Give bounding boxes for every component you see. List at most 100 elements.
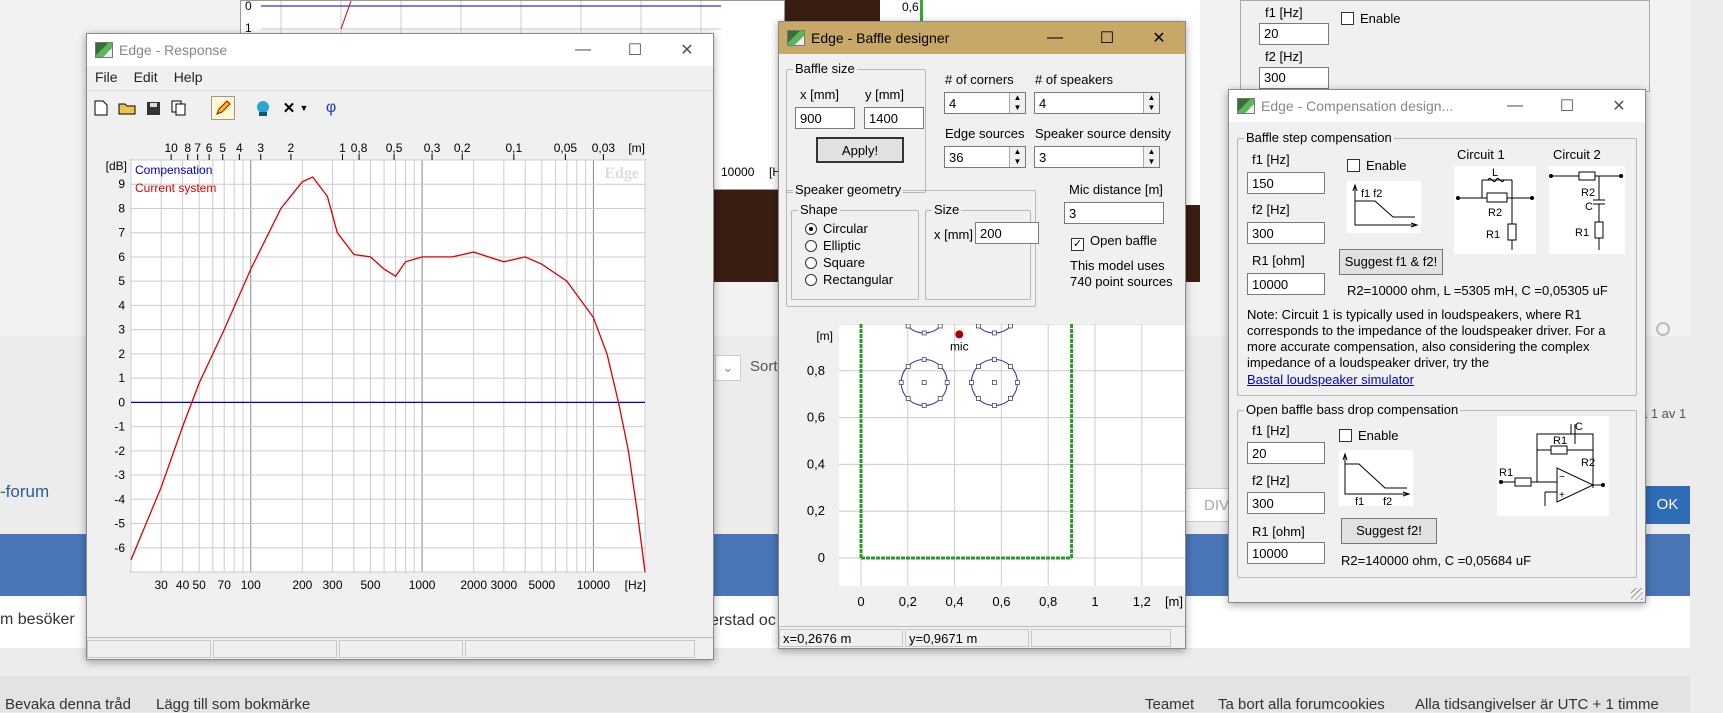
speakers-label: # of speakers — [1035, 72, 1114, 87]
baffle-y-input[interactable] — [864, 107, 924, 129]
top-tick-label: 0,2 — [454, 141, 471, 155]
top-tick-label: 1 — [339, 141, 346, 155]
top-tick-label: 0,5 — [386, 141, 403, 155]
pencil-icon[interactable] — [211, 96, 235, 120]
obbd-filter-response-icon: f1 f2 — [1339, 450, 1413, 508]
top-tick-label: 8 — [184, 141, 191, 155]
x-tick-label: 0,2 — [899, 594, 917, 609]
shape-rectangular-radio[interactable]: Rectangular — [805, 272, 893, 287]
point-source — [1015, 380, 1020, 385]
point-source — [937, 323, 943, 329]
y-tick-label: 8 — [118, 201, 125, 215]
footer-cookies-link[interactable]: Ta bort alla forumcookies — [1218, 696, 1385, 713]
circuit2-label: Circuit 2 — [1553, 147, 1601, 162]
point-source — [1008, 364, 1013, 369]
bg-ok-button[interactable]: OK — [1645, 486, 1690, 524]
maximize-icon[interactable]: ☐ — [609, 34, 661, 66]
mic-marker — [955, 330, 964, 339]
bsc-f2-input[interactable] — [1247, 222, 1325, 244]
point-source — [992, 330, 997, 336]
baffle-plot[interactable]: [m] 0,8 0,6 0,4 0,2 0 0 0,2 0,4 0,6 0,8 1 1,2 [m] mic — [779, 284, 1185, 627]
menu-edit[interactable]: Edit — [126, 69, 166, 85]
obbd-f2-label: f2 [Hz] — [1252, 473, 1290, 488]
copy-icon[interactable] — [167, 96, 191, 120]
baffle-statusbar: x=0,2676 m y=0,9671 m — [779, 626, 1185, 648]
minimize-icon[interactable]: — — [557, 34, 609, 66]
footer-bookmark-link[interactable]: Lägg till som bokmärke — [156, 696, 310, 713]
point-source — [905, 396, 911, 401]
size-x-input[interactable] — [975, 222, 1039, 244]
mic-distance-input[interactable] — [1064, 202, 1164, 224]
suggest-f2-button[interactable]: Suggest f2! — [1341, 518, 1437, 544]
svg-text:R1: R1 — [1486, 229, 1500, 241]
y-tick-label: 3 — [118, 323, 125, 337]
corners-spinner[interactable]: 4 ▲ ▼ — [944, 92, 1026, 114]
obbd-result-text: R2=140000 ohm, C =0,05684 uF — [1341, 553, 1532, 568]
resize-grip-icon[interactable] — [1631, 588, 1643, 600]
phase-icon[interactable]: φ — [319, 96, 343, 120]
save-icon[interactable] — [141, 96, 165, 120]
svg-text:R1: R1 — [1499, 467, 1513, 479]
y-tick-label: -5 — [114, 517, 125, 531]
minimize-icon[interactable]: — — [1489, 90, 1541, 122]
bg-f2-label: f2 [Hz] — [1265, 49, 1303, 64]
speakers-spinner[interactable]: 4 ▲ ▼ — [1034, 92, 1160, 114]
density-spinner[interactable]: 3 ▲ ▼ — [1034, 146, 1160, 168]
baffle-titlebar[interactable]: Edge - Baffle designer — ☐ ✕ — [779, 22, 1185, 54]
y-tick-label: -2 — [114, 444, 125, 458]
menu-help[interactable]: Help — [166, 69, 211, 85]
point-source — [937, 396, 943, 401]
close-icon[interactable]: ✕ — [1133, 22, 1185, 54]
edge-sources-spinner[interactable]: 36 ▲ ▼ — [944, 146, 1026, 168]
obbd-enable-checkbox[interactable]: Enable — [1339, 428, 1398, 443]
shape-label: Shape — [798, 202, 840, 217]
bsc-f1-input[interactable] — [1247, 172, 1325, 194]
obbd-r1-input[interactable] — [1247, 542, 1325, 564]
bsc-enable-checkbox[interactable]: Enable — [1347, 158, 1406, 173]
menu-file[interactable]: File — [87, 69, 126, 85]
bsc-r1-input[interactable] — [1247, 273, 1325, 295]
shape-square-radio[interactable]: Square — [805, 255, 865, 270]
edge-app-icon — [95, 42, 113, 58]
minimize-icon[interactable]: — — [1029, 22, 1081, 54]
response-chart-area: 9 8 7 6 5 4 3 2 1 0 -1 -2 -3 -4 -5 -6 [dB] 30 40 50 70 100 200… — [87, 124, 713, 637]
compensation-titlebar[interactable]: Edge - Compensation design... — ☐ ✕ — [1229, 90, 1645, 122]
suggest-f1-f2-button[interactable]: Suggest f1 & f2! — [1339, 249, 1443, 275]
shape-elliptic-radio[interactable]: Elliptic — [805, 238, 861, 253]
svg-text:f2: f2 — [1383, 496, 1392, 506]
response-titlebar[interactable]: Edge - Response — ☐ ✕ — [87, 34, 713, 66]
bg-sort-dropdown[interactable]: ⌄ — [715, 355, 741, 381]
point-source — [992, 357, 997, 362]
bastal-link[interactable]: Bastal loudspeaker simulator — [1247, 372, 1414, 387]
obbd-f1-input[interactable] — [1247, 442, 1325, 464]
maximize-icon[interactable]: ☐ — [1081, 22, 1133, 54]
point-source — [905, 323, 911, 329]
baffle-x-input[interactable] — [795, 107, 855, 129]
compensation-window: Edge - Compensation design... — ☐ ✕ Baff… — [1228, 89, 1646, 603]
obbd-f2-input[interactable] — [1247, 492, 1325, 514]
compensation-title: Edge - Compensation design... — [1261, 98, 1454, 114]
x-tick-label: 1 — [1091, 594, 1098, 609]
point-source — [969, 380, 974, 385]
top-tick-label: 0,1 — [505, 141, 522, 155]
close-icon[interactable]: ✕ — [1593, 90, 1645, 122]
response-chart[interactable]: 9876543210-1-2-3-4-5-6[dB]30 40 50 70 100 200… — [87, 124, 713, 637]
shape-circular-radio[interactable]: Circular — [805, 221, 868, 236]
bsc-filter-response-icon: f1 f2 — [1347, 181, 1421, 233]
speaker-icon[interactable] — [251, 96, 275, 120]
new-file-icon[interactable] — [89, 96, 113, 120]
footer-bevaka-link[interactable]: Bevaka denna tråd — [5, 696, 131, 713]
status-cell — [1031, 629, 1171, 647]
status-y-coordinate: y=0,9671 m — [905, 629, 1029, 647]
svg-text:+: + — [1559, 490, 1565, 501]
close-icon[interactable]: ✕ — [661, 34, 713, 66]
apply-button[interactable]: Apply! — [816, 137, 904, 163]
open-folder-icon[interactable] — [115, 96, 139, 120]
maximize-icon[interactable]: ☐ — [1541, 90, 1593, 122]
x-tick-label: 3000 — [490, 578, 517, 592]
footer-team-link[interactable]: Teamet — [1145, 696, 1194, 713]
bg-forum-link[interactable]: -forum — [0, 482, 49, 502]
open-baffle-checkbox[interactable]: ✓ Open baffle — [1071, 233, 1157, 251]
dropdown-arrow-icon[interactable]: ▼ — [297, 96, 311, 120]
y-tick-label: 0,8 — [807, 363, 825, 378]
